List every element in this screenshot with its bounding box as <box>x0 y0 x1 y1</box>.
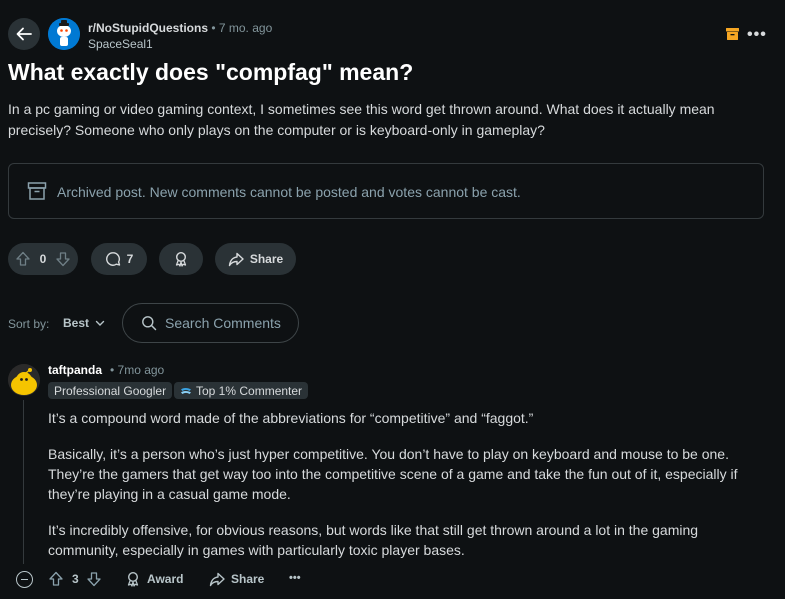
comment-vote-control: 3 <box>48 571 102 587</box>
sort-dropdown[interactable]: Best <box>63 316 105 330</box>
collapse-comment-button[interactable] <box>16 571 33 588</box>
search-icon <box>142 316 157 331</box>
post-vote-control: 0 <box>8 243 78 275</box>
subreddit-avatar[interactable] <box>48 18 80 50</box>
comment-count: 7 <box>126 252 134 266</box>
user-flair: Professional Googler <box>48 382 173 399</box>
chevron-down-icon <box>95 320 105 326</box>
upvote-icon[interactable] <box>48 571 64 587</box>
archived-text: Archived post. New comments cannot be po… <box>57 184 521 200</box>
subreddit-link[interactable]: r/NoStupidQuestions <box>88 21 208 35</box>
share-label: Share <box>249 252 284 266</box>
top-commenter-icon <box>181 387 191 394</box>
share-icon <box>228 252 244 267</box>
minus-icon <box>21 578 28 581</box>
back-arrow-icon <box>16 27 32 41</box>
subreddit-mascot-icon <box>48 18 80 50</box>
share-icon <box>209 572 225 587</box>
comment-paragraph: Basically, it’s a person who’s just hype… <box>48 446 738 502</box>
more-options-button[interactable]: ••• <box>747 26 767 44</box>
comment-award-button[interactable]: Award <box>125 571 183 587</box>
user-flair-text: Professional Googler <box>54 383 167 398</box>
post-body: In a pc gaming or video gaming context, … <box>8 101 715 138</box>
post-author[interactable]: SpaceSeal1 <box>88 37 153 51</box>
award-label: Award <box>147 572 184 586</box>
archive-icon <box>726 28 739 40</box>
archived-notice: Archived post. New comments cannot be po… <box>8 163 764 219</box>
user-avatar-icon <box>8 364 40 396</box>
post-age: • 7 mo. ago <box>211 21 273 35</box>
more-options-icon: ••• <box>289 572 301 584</box>
post-title: What exactly does "compfag" mean? <box>8 59 414 85</box>
back-button[interactable] <box>8 18 40 50</box>
share-button[interactable]: Share <box>215 243 296 275</box>
avatar[interactable] <box>8 364 40 396</box>
comment-author[interactable]: taftpanda <box>48 363 102 377</box>
archive-status <box>726 28 739 40</box>
comment-time: • 7mo ago <box>110 363 165 377</box>
top-commenter-badge: Top 1% Commenter <box>174 382 309 399</box>
award-icon <box>127 571 139 587</box>
more-options-icon: ••• <box>747 26 767 43</box>
comments-button[interactable]: 7 <box>91 243 147 275</box>
comment-more-button[interactable]: ••• <box>289 572 301 584</box>
downvote-icon[interactable] <box>86 571 102 587</box>
comment-vote-count: 3 <box>72 572 79 586</box>
comment-paragraph: It’s a compound word made of the abbrevi… <box>48 410 534 426</box>
comment-icon <box>105 252 120 266</box>
search-comments-input[interactable]: Search Comments <box>122 303 299 343</box>
top-commenter-text: Top 1% Commenter <box>196 383 303 398</box>
comment-thread-line[interactable] <box>23 400 24 564</box>
subreddit-line: r/NoStupidQuestions • 7 mo. ago <box>88 21 272 35</box>
post-vote-count: 0 <box>39 252 47 266</box>
award-button[interactable] <box>159 243 203 275</box>
share-label: Share <box>231 572 265 586</box>
upvote-icon[interactable] <box>15 251 31 267</box>
sort-value: Best <box>63 316 90 330</box>
award-icon <box>175 251 187 267</box>
comment-share-button[interactable]: Share <box>209 571 264 587</box>
search-placeholder: Search Comments <box>165 315 281 331</box>
downvote-icon[interactable] <box>55 251 71 267</box>
comment-paragraph: It’s incredibly offensive, for obvious r… <box>48 522 699 558</box>
archive-box-icon <box>27 181 47 201</box>
sort-label: Sort by: <box>8 317 50 331</box>
